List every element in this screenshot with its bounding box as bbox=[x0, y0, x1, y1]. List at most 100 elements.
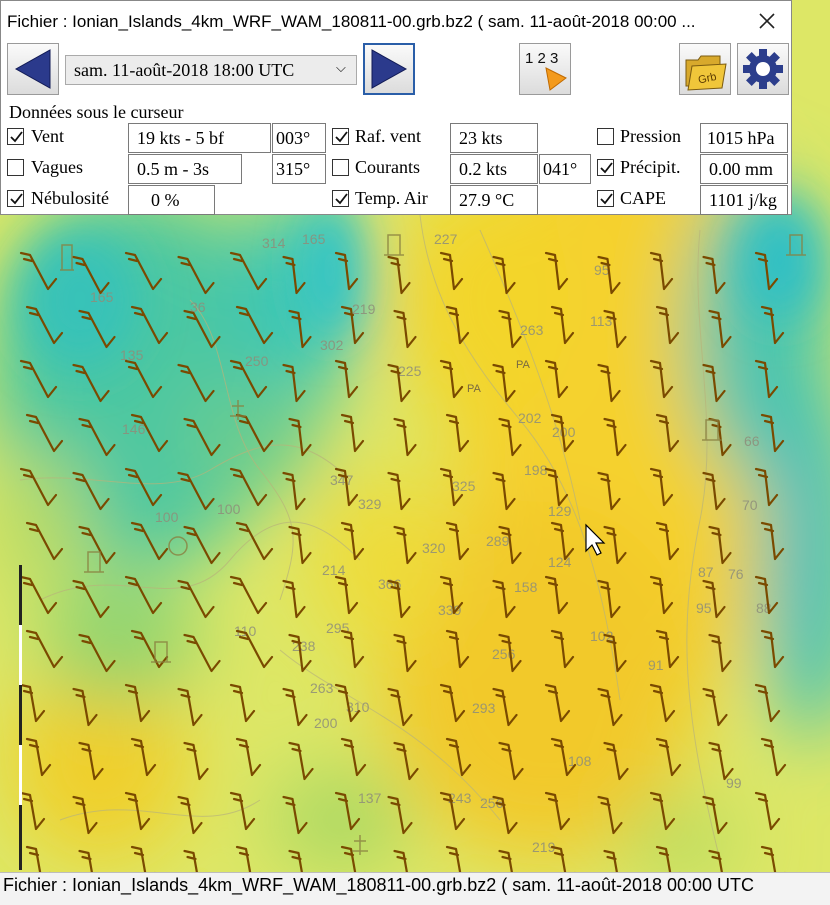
numbers-icon: 1 2 3 bbox=[525, 50, 567, 91]
label-vent: Vent bbox=[31, 126, 64, 146]
scale-bar-segment bbox=[19, 745, 22, 805]
checkbox-raf-vent[interactable] bbox=[332, 128, 349, 145]
settings-button[interactable] bbox=[737, 43, 789, 95]
checkbox-vent[interactable] bbox=[7, 128, 24, 145]
checkbox-precipit[interactable] bbox=[597, 159, 614, 176]
label-vagues: Vagues bbox=[31, 157, 83, 177]
svg-text:1 2 3: 1 2 3 bbox=[525, 50, 558, 67]
depth-label: 108 bbox=[568, 753, 592, 769]
depth-label: 225 bbox=[398, 363, 422, 379]
depth-label: 100 bbox=[155, 509, 179, 525]
label-raf-vent: Raf. vent bbox=[355, 126, 421, 146]
field-pression: 1015 hPa bbox=[700, 123, 788, 153]
depth-label: 198 bbox=[524, 462, 548, 478]
field-nebulosite: 0 % bbox=[128, 185, 215, 215]
label-precipit: Précipit. bbox=[620, 157, 681, 177]
prev-arrow-icon bbox=[14, 49, 51, 89]
depth-label: 95 bbox=[696, 600, 712, 616]
check-icon bbox=[600, 162, 613, 174]
section-title: Données sous le curseur bbox=[9, 102, 184, 122]
depth-label: 339 bbox=[438, 602, 462, 618]
depth-label: 165 bbox=[302, 231, 326, 247]
depth-label: 227 bbox=[434, 231, 458, 247]
depth-label: 219 bbox=[352, 301, 376, 317]
close-icon bbox=[759, 13, 775, 29]
depth-label: 200 bbox=[314, 715, 338, 731]
depth-label: 135 bbox=[120, 347, 144, 363]
depth-label: 263 bbox=[310, 680, 334, 696]
depth-label: 238 bbox=[292, 638, 316, 654]
depth-label: 99 bbox=[726, 775, 742, 791]
field-courants: 0.2 kts bbox=[450, 154, 538, 184]
depth-label: 293 bbox=[472, 700, 496, 716]
open-grib-button[interactable]: Grb bbox=[679, 43, 731, 95]
field-raf-vent: 23 kts bbox=[450, 123, 538, 153]
checkbox-pression[interactable] bbox=[597, 128, 614, 145]
status-bar-text: Fichier : Ionian_Islands_4km_WRF_WAM_180… bbox=[3, 875, 755, 895]
depth-label: 100 bbox=[217, 501, 241, 517]
checkbox-temp-air[interactable] bbox=[332, 190, 349, 207]
depth-label: 302 bbox=[320, 337, 344, 353]
depth-label: 263 bbox=[520, 322, 544, 338]
depth-label: 325 bbox=[452, 478, 476, 494]
depth-label: 202 bbox=[518, 410, 542, 426]
checkbox-courants[interactable] bbox=[332, 159, 349, 176]
field-courants-direction: 041° bbox=[539, 154, 591, 184]
next-date-button[interactable] bbox=[363, 43, 415, 95]
gear-icon bbox=[743, 49, 783, 89]
dialog-title-bar[interactable]: Fichier : Ionian_Islands_4km_WRF_WAM_180… bbox=[1, 1, 791, 41]
label-pression: Pression bbox=[620, 126, 682, 146]
check-icon bbox=[10, 193, 23, 205]
depth-label: 295 bbox=[326, 620, 350, 636]
field-cape: 1101 j/kg bbox=[700, 185, 788, 215]
check-icon bbox=[10, 131, 23, 143]
field-vagues: 0.5 m - 3s bbox=[128, 154, 242, 184]
label-temp-air: Temp. Air bbox=[355, 188, 428, 208]
grb-folder-icon: Grb bbox=[685, 55, 727, 91]
nav-mark-pa-2: PA bbox=[516, 359, 531, 371]
previous-date-button[interactable] bbox=[7, 43, 59, 95]
depth-label: 289 bbox=[486, 533, 510, 549]
scale-bar-segment bbox=[19, 625, 22, 685]
checkbox-cape[interactable] bbox=[597, 190, 614, 207]
status-bar: Fichier : Ionian_Islands_4km_WRF_WAM_180… bbox=[0, 872, 830, 905]
field-vent: 19 kts - 5 bf bbox=[128, 123, 271, 153]
label-cape: CAPE bbox=[620, 188, 667, 208]
next-arrow-icon bbox=[371, 49, 408, 89]
depth-label: 66 bbox=[744, 433, 760, 449]
depth-label: 329 bbox=[358, 496, 382, 512]
depth-label: 113 bbox=[590, 313, 613, 329]
check-icon bbox=[600, 193, 613, 205]
depth-label: 70 bbox=[742, 497, 758, 513]
depth-label: 137 bbox=[358, 790, 382, 806]
depth-label: 250 bbox=[245, 353, 269, 369]
scale-bar bbox=[19, 565, 22, 870]
depth-label: 76 bbox=[728, 566, 744, 582]
depth-label: 87 bbox=[698, 564, 714, 580]
depth-label: 314 bbox=[262, 235, 286, 251]
check-icon bbox=[335, 131, 348, 143]
checkbox-vagues[interactable] bbox=[7, 159, 24, 176]
chevron-down-icon: ⌵ bbox=[336, 60, 346, 75]
field-precipit: 0.00 mm bbox=[700, 154, 788, 184]
cursor-data-dialog: Fichier : Ionian_Islands_4km_WRF_WAM_180… bbox=[0, 0, 792, 215]
check-icon bbox=[335, 193, 348, 205]
field-vent-direction: 003° bbox=[272, 123, 326, 153]
scale-bar-line bbox=[19, 565, 22, 870]
depth-label: 91 bbox=[648, 657, 664, 673]
depth-label: 320 bbox=[422, 540, 446, 556]
close-button[interactable] bbox=[749, 5, 785, 37]
depth-label: 158 bbox=[514, 579, 538, 595]
data-values-button[interactable]: 1 2 3 bbox=[519, 43, 571, 95]
label-nebulosite: Nébulosité bbox=[31, 188, 109, 208]
field-temp-air: 27.9 °C bbox=[450, 185, 538, 215]
date-select-value: sam. 11-août-2018 18:00 UTC bbox=[74, 60, 295, 80]
field-vagues-direction: 315° bbox=[272, 154, 326, 184]
depth-label: 214 bbox=[322, 562, 346, 578]
label-courants: Courants bbox=[355, 157, 420, 177]
checkbox-nebulosite[interactable] bbox=[7, 190, 24, 207]
depth-label: 347 bbox=[330, 472, 354, 488]
date-select[interactable]: sam. 11-août-2018 18:00 UTC ⌵ bbox=[65, 55, 357, 85]
nav-mark-pa-1: PA bbox=[467, 383, 482, 395]
dialog-title: Fichier : Ionian_Islands_4km_WRF_WAM_180… bbox=[7, 12, 696, 31]
